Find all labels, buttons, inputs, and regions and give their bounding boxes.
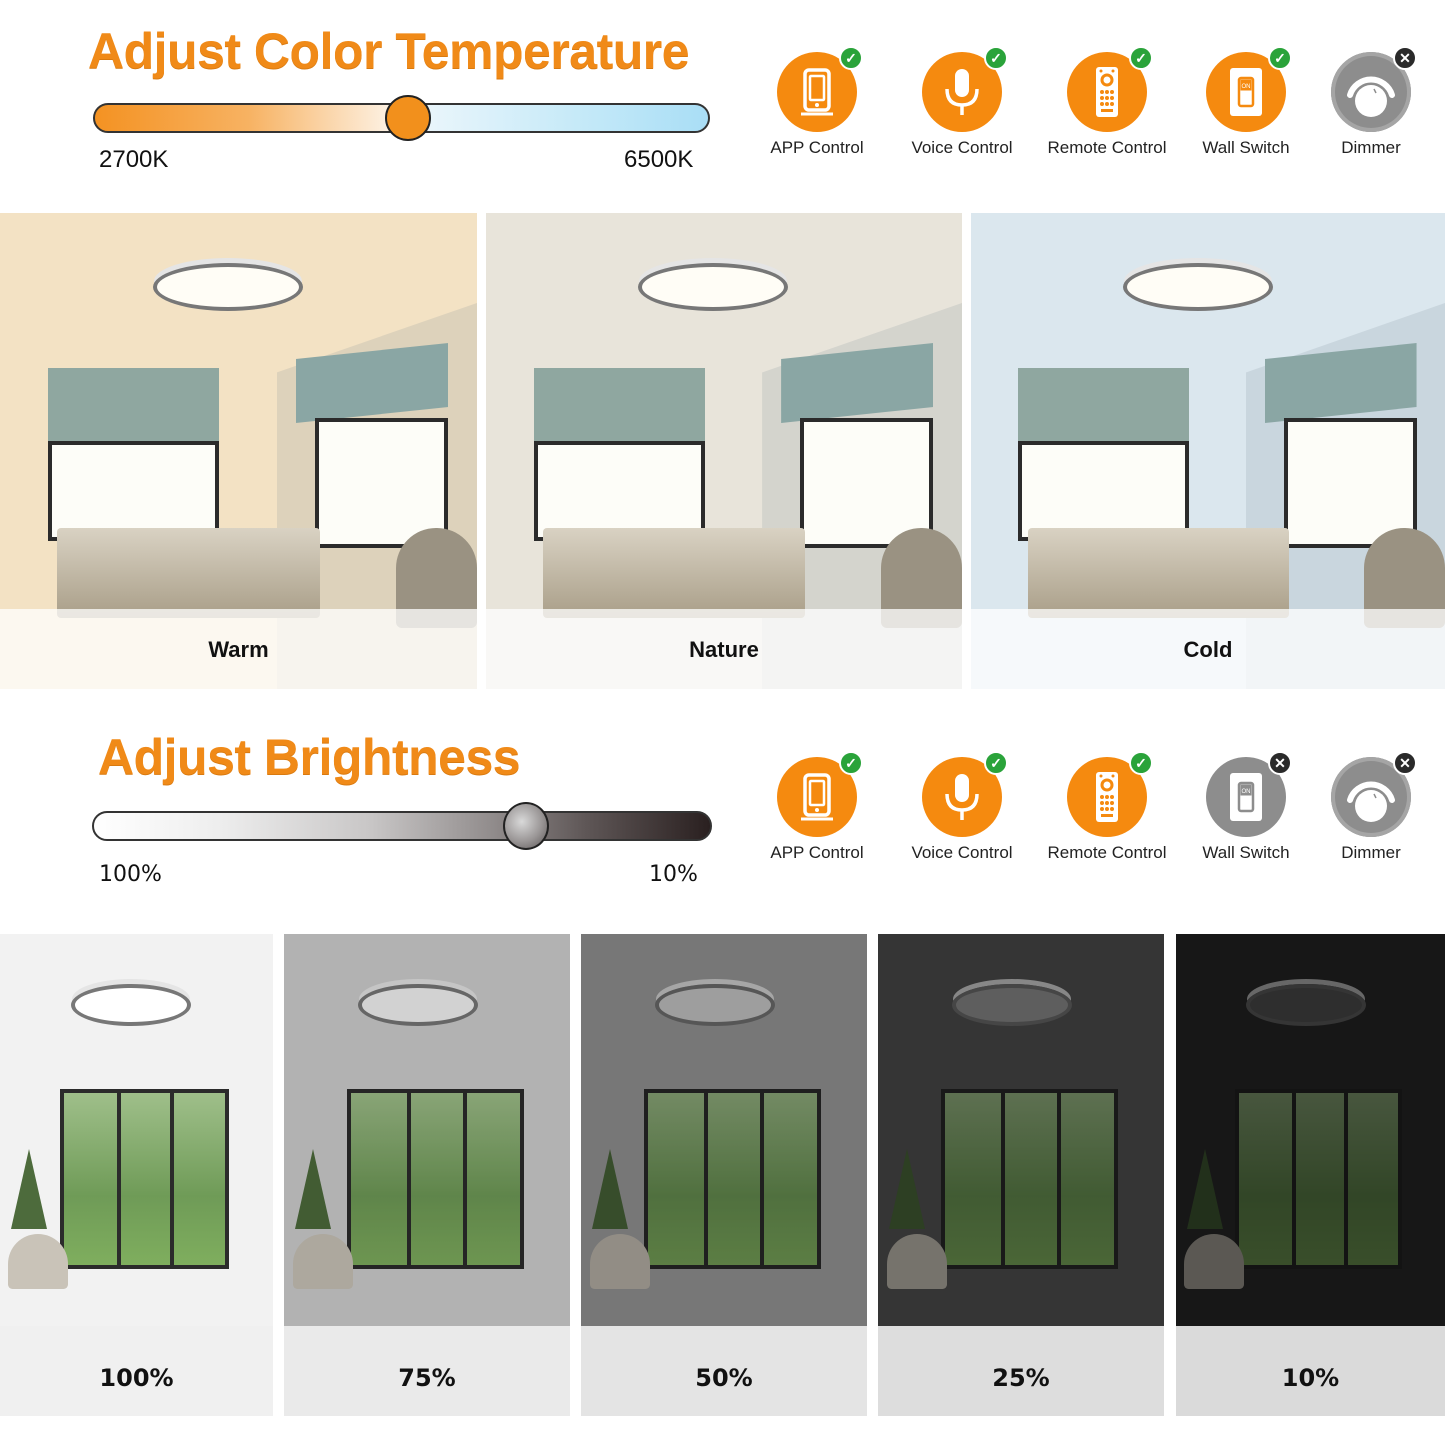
color-temperature-controls: ✓ APP Control ✓ Voice Control ✓ Remote Contro… bbox=[760, 46, 1430, 172]
panel-caption: 10% bbox=[1281, 1364, 1340, 1392]
room-window bbox=[533, 441, 705, 541]
ceiling-light-icon bbox=[1122, 263, 1273, 311]
window-blind bbox=[1018, 368, 1190, 443]
color-temperature-control-voice-control: ✓ Voice Control bbox=[887, 46, 1037, 158]
control-label: Remote Control bbox=[1047, 843, 1167, 862]
control-icon-wrap: ✓ bbox=[922, 46, 1008, 132]
room-window bbox=[1018, 441, 1190, 541]
control-icon-wrap: ✕ bbox=[1331, 46, 1417, 132]
color-temperature-heading: Adjust Color Temperature bbox=[88, 23, 690, 79]
panel-caption: Cold bbox=[1183, 637, 1233, 662]
brightness-panel-10: 10% bbox=[1176, 934, 1445, 1416]
color-temperature-control-app-control: ✓ APP Control bbox=[742, 46, 892, 158]
svg-text:ON: ON bbox=[1242, 84, 1251, 90]
close-icon: ✕ bbox=[1393, 751, 1417, 775]
color-temperature-panel-cold: Cold bbox=[971, 213, 1445, 689]
control-label: Voice Control bbox=[911, 138, 1013, 157]
color-temperature-panel-nature: Nature bbox=[486, 213, 962, 689]
brightness-max-label: 10% bbox=[649, 862, 698, 887]
brightness-control-dimmer: ✕ Dimmer bbox=[1296, 751, 1445, 863]
brightness-panel-25: 25% bbox=[878, 934, 1164, 1416]
brightness-control-app-control: ✓ APP Control bbox=[742, 751, 892, 863]
control-icon-wrap: ON ✓ bbox=[1206, 46, 1292, 132]
color-temperature-control-remote-control: ✓ Remote Control bbox=[1032, 46, 1182, 158]
color-temperature-slider-handle[interactable] bbox=[384, 95, 431, 141]
brightness-slider-handle[interactable] bbox=[503, 802, 549, 850]
check-icon: ✓ bbox=[1268, 46, 1292, 70]
window-blind bbox=[47, 368, 220, 443]
control-icon-wrap: ON ✕ bbox=[1206, 751, 1292, 837]
close-icon: ✕ bbox=[1268, 751, 1292, 775]
bed bbox=[1027, 528, 1289, 618]
brightness-panel-50: 50% bbox=[581, 934, 867, 1416]
control-label: Voice Control bbox=[911, 843, 1013, 862]
color-temperature-max-label: 6500K bbox=[624, 146, 694, 173]
panel-caption: Warm bbox=[208, 637, 269, 662]
check-icon: ✓ bbox=[984, 46, 1008, 70]
panel-caption: 50% bbox=[695, 1364, 753, 1392]
color-temperature-min-label: 2700K bbox=[99, 146, 169, 173]
brightness-min-label: 100% bbox=[99, 862, 162, 887]
color-temperature-control-dimmer: ✕ Dimmer bbox=[1296, 46, 1445, 158]
check-icon: ✓ bbox=[839, 46, 863, 70]
panel-caption: 75% bbox=[398, 1364, 456, 1392]
svg-text:ON: ON bbox=[1242, 789, 1251, 795]
ceiling-light-icon bbox=[152, 263, 303, 311]
check-icon: ✓ bbox=[839, 751, 863, 775]
brightness-control-remote-control: ✓ Remote Control bbox=[1032, 751, 1182, 863]
panel-caption: Nature bbox=[689, 637, 759, 662]
brightness-control-voice-control: ✓ Voice Control bbox=[887, 751, 1037, 863]
control-label: Remote Control bbox=[1047, 138, 1167, 157]
control-icon-wrap: ✓ bbox=[1067, 46, 1153, 132]
control-icon-wrap: ✓ bbox=[777, 751, 863, 837]
color-temperature-panel-warm: Warm bbox=[0, 213, 477, 689]
bed bbox=[57, 528, 320, 618]
control-icon-wrap: ✓ bbox=[922, 751, 1008, 837]
brightness-heading: Adjust Brightness bbox=[98, 729, 521, 785]
brightness-slider-track[interactable] bbox=[92, 811, 712, 841]
close-icon: ✕ bbox=[1393, 46, 1417, 70]
check-icon: ✓ bbox=[1129, 46, 1153, 70]
control-icon-wrap: ✓ bbox=[1067, 751, 1153, 837]
check-icon: ✓ bbox=[1129, 751, 1153, 775]
ceiling-light-icon bbox=[638, 263, 789, 311]
control-label: APP Control bbox=[770, 138, 864, 157]
brightness-panel-100: 100% bbox=[0, 934, 273, 1416]
control-label: Dimmer bbox=[1341, 843, 1401, 862]
brightness-panel-75: 75% bbox=[284, 934, 570, 1416]
control-label: APP Control bbox=[770, 843, 864, 862]
control-icon-wrap: ✕ bbox=[1331, 751, 1417, 837]
check-icon: ✓ bbox=[984, 751, 1008, 775]
room-window bbox=[47, 441, 220, 541]
bed bbox=[543, 528, 805, 618]
brightness-controls: ✓ APP Control ✓ Voice Control ✓ Remote Contro… bbox=[760, 751, 1430, 877]
control-icon-wrap: ✓ bbox=[777, 46, 863, 132]
window-blind bbox=[533, 368, 705, 443]
panel-caption: 100% bbox=[99, 1364, 174, 1392]
control-label: Dimmer bbox=[1341, 138, 1401, 157]
panel-caption: 25% bbox=[992, 1364, 1050, 1392]
